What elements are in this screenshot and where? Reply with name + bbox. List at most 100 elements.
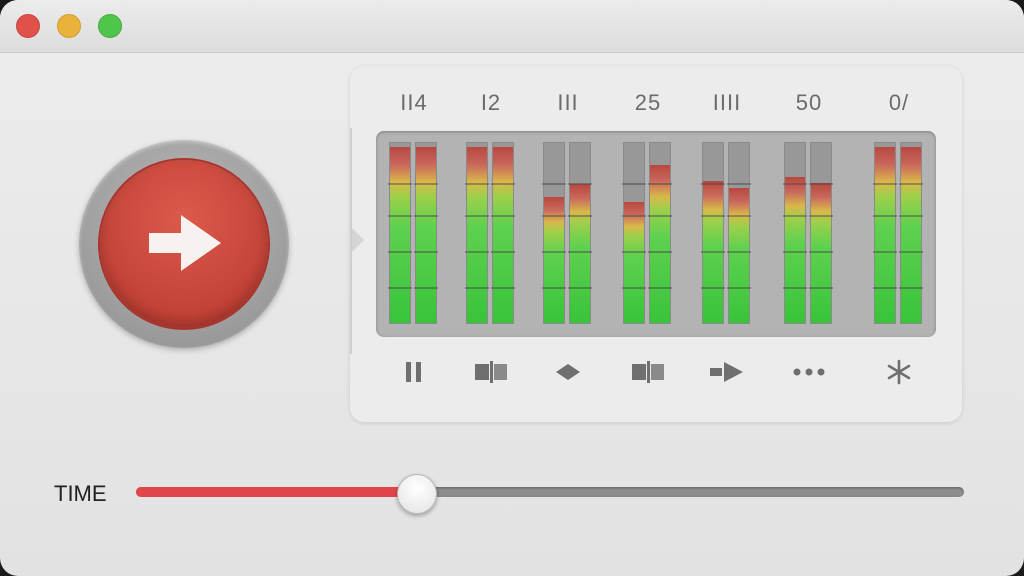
meter-tick <box>414 215 438 217</box>
pause-button[interactable] <box>394 355 434 389</box>
meter-tick <box>873 182 897 185</box>
maximize-button[interactable] <box>98 14 122 38</box>
time-slider-thumb[interactable] <box>396 474 437 514</box>
meter-tick <box>809 215 833 217</box>
meter-level <box>493 146 513 323</box>
more-button[interactable] <box>789 355 829 389</box>
meter-level <box>729 188 749 323</box>
split-button[interactable] <box>628 355 668 389</box>
meter-level <box>901 146 921 323</box>
meter-tick <box>568 287 592 289</box>
meter-level <box>467 146 487 323</box>
pause-icon <box>403 360 425 384</box>
meter-bar-left <box>783 142 807 324</box>
meter-tick <box>622 182 646 185</box>
meter-bar-left <box>465 142 489 324</box>
asterisk-button[interactable] <box>879 355 919 389</box>
meter-tick <box>388 251 412 253</box>
meter-bar-left <box>701 142 725 324</box>
minimize-button[interactable] <box>57 14 81 38</box>
split-button[interactable] <box>471 355 511 389</box>
meter-level <box>650 164 670 323</box>
meter-tick <box>899 182 923 185</box>
meter-bar-right <box>648 142 672 324</box>
meter-tick <box>542 215 566 217</box>
meter-tick <box>701 182 725 185</box>
meter-tick <box>809 182 833 185</box>
meter-tick <box>622 287 646 289</box>
time-slider-progress <box>136 487 416 497</box>
close-button[interactable] <box>16 14 40 38</box>
meter-tick <box>491 182 515 185</box>
meter-tick <box>727 215 751 217</box>
meter-tick <box>873 287 897 289</box>
meter-tick <box>727 182 751 185</box>
channel-label: 0/ <box>888 90 910 115</box>
meter-tick <box>465 287 489 289</box>
meter-tick <box>701 251 725 253</box>
meter-bar-right <box>899 142 923 324</box>
meter-tick <box>622 215 646 217</box>
meter-tick <box>491 215 515 217</box>
meter-level <box>624 202 644 323</box>
meter-tick <box>648 251 672 253</box>
meter-tick <box>388 287 412 289</box>
meter-tick <box>622 251 646 253</box>
meter-tick <box>783 287 807 289</box>
meter-tick <box>542 251 566 253</box>
meter-tick <box>809 287 833 289</box>
meter-bar-right <box>727 142 751 324</box>
panel-notch <box>352 228 364 252</box>
meter-tick <box>899 287 923 289</box>
meter-tick <box>873 251 897 253</box>
meter-tick <box>648 287 672 289</box>
diamond-button[interactable] <box>548 355 588 389</box>
channel-label: 50 <box>795 90 823 115</box>
forward-button[interactable] <box>707 355 747 389</box>
meter-tick <box>388 215 412 217</box>
time-label: TIME <box>54 481 107 506</box>
meter-tick <box>648 182 672 185</box>
channel-label: IIII <box>712 90 742 115</box>
meter-tick <box>491 287 515 289</box>
meter-tick <box>388 182 412 185</box>
channel-label: 25 <box>634 90 662 115</box>
meter-level <box>570 184 590 323</box>
meter-bar-right <box>568 142 592 324</box>
meter-level <box>416 146 436 323</box>
more-icon <box>791 360 827 384</box>
asterisk-icon <box>884 358 914 386</box>
split-icon <box>630 360 666 384</box>
meter-tick <box>414 182 438 185</box>
meter-tick <box>465 182 489 185</box>
time-slider-track[interactable] <box>136 487 964 497</box>
meter-tick <box>727 287 751 289</box>
meter-bar-left <box>388 142 412 324</box>
arrow-right-icon <box>149 215 221 271</box>
meter-tick <box>809 251 833 253</box>
channel-label: III <box>557 90 579 115</box>
meter-tick <box>899 215 923 217</box>
meter-tick <box>542 287 566 289</box>
channel-label: II4 <box>400 90 428 115</box>
meter-tick <box>465 215 489 217</box>
meter-tick <box>873 215 897 217</box>
meter-bar-right <box>809 142 833 324</box>
channel-label: I2 <box>480 90 502 115</box>
meter-bar-left <box>622 142 646 324</box>
meter-tick <box>727 251 751 253</box>
meter-tick <box>783 215 807 217</box>
forward-icon <box>709 360 745 384</box>
meter-tick <box>465 251 489 253</box>
split-icon <box>473 360 509 384</box>
meter-tick <box>568 182 592 185</box>
meter-bar-right <box>491 142 515 324</box>
meter-tick <box>648 215 672 217</box>
diamond-icon <box>553 360 583 384</box>
meter-level <box>875 146 895 323</box>
meter-tick <box>414 287 438 289</box>
meter-tick <box>783 182 807 185</box>
meter-tick <box>568 215 592 217</box>
meter-tick <box>783 251 807 253</box>
meter-tick <box>701 215 725 217</box>
